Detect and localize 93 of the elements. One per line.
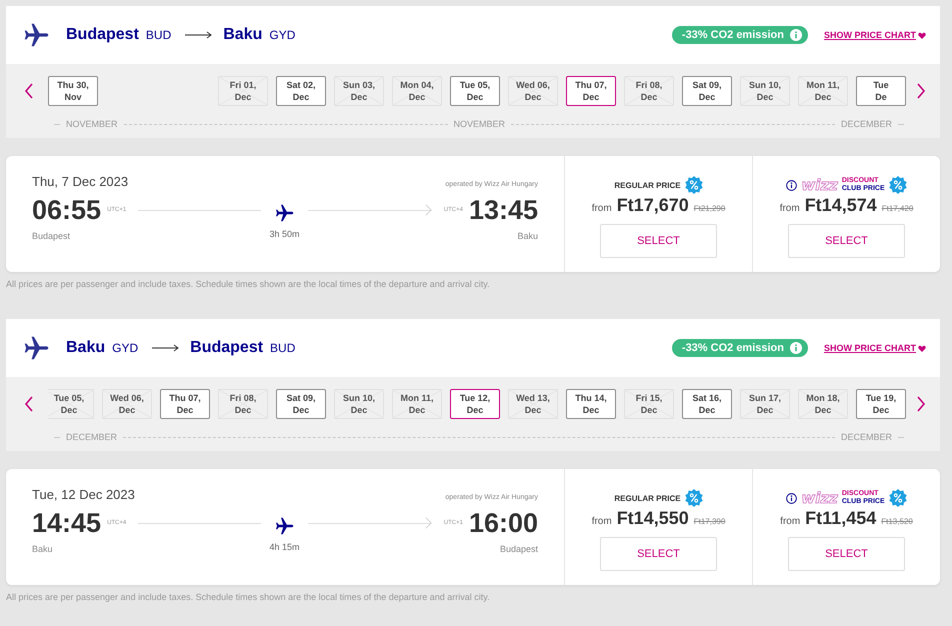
date-tile[interactable]: Sat 09, Dec	[276, 389, 326, 419]
from-label: from	[592, 203, 612, 214]
month-label: NOVEMBER	[454, 119, 506, 129]
date-tile[interactable]: Fri 01, Dec	[218, 76, 268, 106]
co2-badge: -33% CO2 emission	[672, 339, 808, 357]
departure-time: 14:45	[32, 508, 102, 538]
date-tile[interactable]: Mon 18, Dec	[798, 389, 848, 419]
date-tile[interactable]: Fri 08, Dec	[218, 389, 268, 419]
co2-badge: -33% CO2 emission	[672, 26, 808, 44]
arrow-icon	[185, 31, 214, 39]
select-button[interactable]: SELECT	[788, 224, 905, 258]
date-tile[interactable]: Mon 11, Dec	[392, 389, 442, 419]
date-tile[interactable]: Wed 13, Dec	[508, 389, 558, 419]
info-icon	[790, 29, 802, 41]
price: Ft11,454	[805, 508, 876, 529]
heart-icon	[918, 344, 926, 352]
price-chart-link[interactable]: SHOW PRICE CHART	[824, 343, 926, 353]
date-tile[interactable]: Sun 10, Dec	[334, 389, 384, 419]
date-tile[interactable]: Tue 12, Dec	[450, 389, 500, 419]
price: Ft14,550	[616, 508, 689, 529]
date-tile[interactable]: Thu 30, Nov	[48, 76, 98, 106]
arrival-city: Baku	[517, 231, 538, 241]
date-tile[interactable]: Fri 08, Dec	[624, 76, 674, 106]
price-note: All prices are per passenger and include taxes. Schedule times shown are the local times of the departure and arrival city.	[6, 279, 491, 289]
club-logo: wizz	[801, 490, 838, 506]
info-icon	[790, 342, 802, 354]
month-label: DECEMBER	[841, 119, 892, 129]
departure-city: Baku	[32, 544, 53, 554]
date-tile[interactable]: Sun 10, Dec	[740, 76, 790, 106]
destination-code: BUD	[270, 341, 296, 355]
date-tile[interactable]: Tue 05, Dec	[450, 76, 500, 106]
origin-code: BUD	[146, 28, 172, 42]
destination-code: GYD	[269, 28, 296, 42]
date-tile[interactable]: Tue 19, Dec	[856, 389, 906, 419]
date-tile[interactable]: Sun 03, Dec	[334, 76, 384, 106]
discount-badge-icon	[888, 489, 907, 507]
origin-city: Baku	[66, 339, 106, 357]
month-label: DECEMBER	[66, 432, 118, 442]
date-tile[interactable]: Tue 05, Dec	[48, 389, 94, 419]
date-tile[interactable]: Sat 16, Dec	[682, 389, 732, 419]
price-note: All prices are per passenger and include taxes. Schedule times shown are the local times of the departure and arrival city.	[6, 592, 491, 602]
chevron-icon	[424, 516, 432, 530]
from-label: from	[780, 203, 800, 214]
flight-date: Tue, 12 Dec 2023	[32, 487, 135, 502]
month-label: NOVEMBER	[66, 119, 118, 129]
chevron-icon	[424, 203, 432, 217]
date-tile[interactable]: Thu 07, Dec	[566, 76, 616, 106]
select-button[interactable]: SELECT	[600, 224, 717, 258]
heart-icon	[918, 32, 926, 38]
from-label: from	[592, 516, 612, 527]
discount-badge-icon	[888, 176, 907, 194]
info-icon[interactable]	[786, 492, 798, 504]
price-type-label: REGULAR PRICE	[614, 180, 681, 190]
select-button[interactable]: SELECT	[788, 537, 905, 571]
discount-badge-icon	[684, 176, 703, 194]
arrow-icon	[152, 344, 180, 352]
origin-city: Budapest	[66, 26, 139, 44]
club-logo: wizz	[801, 178, 838, 192]
price: Ft17,670	[616, 195, 689, 216]
date-tile[interactable]: Thu 07, Dec	[160, 389, 210, 419]
month-label: DECEMBER	[840, 432, 892, 442]
old-price: Ft17,420	[882, 204, 914, 213]
old-price: Ft13,520	[881, 517, 913, 526]
date-tile[interactable]: Mon 11, Dec	[798, 76, 848, 106]
price-chart-link[interactable]: SHOW PRICE CHART	[824, 30, 926, 40]
date-tile[interactable]: Thu 14, Dec	[566, 389, 616, 419]
old-price: Ft17,390	[694, 517, 726, 526]
destination-city: Budapest	[190, 339, 264, 357]
date-tile[interactable]: Fri 15, Dec	[624, 389, 674, 419]
arrival-city: Budapest	[500, 544, 538, 554]
date-tile[interactable]: Sat 02, Dec	[276, 76, 326, 106]
old-price: Ft21,290	[694, 204, 726, 213]
date-tile[interactable]: Sat 09, Dec	[682, 76, 732, 106]
date-tile[interactable]: Sun 17, Dec	[740, 389, 790, 419]
departure-city: Budapest	[32, 231, 70, 241]
discount-badge-icon	[684, 489, 703, 507]
flight-date: Thu, 7 Dec 2023	[32, 174, 128, 189]
date-tile[interactable]: Tue De	[856, 76, 906, 106]
date-tile[interactable]: Wed 06, Dec	[508, 76, 558, 106]
from-label: from	[780, 516, 800, 527]
destination-city: Baku	[223, 26, 262, 44]
date-tile[interactable]: Wed 06, Dec	[102, 389, 152, 419]
origin-code: GYD	[112, 341, 138, 355]
arrival-time: 16:00	[468, 508, 538, 538]
arrival-time: 13:45	[468, 194, 538, 226]
price-type-label: REGULAR PRICE	[614, 494, 681, 502]
departure-time: 06:55	[32, 194, 102, 226]
select-button[interactable]: SELECT	[600, 537, 717, 571]
date-tile[interactable]: Mon 04, Dec	[392, 76, 442, 106]
flight-duration: 4h 15m	[269, 542, 300, 552]
price: Ft14,574	[804, 195, 877, 216]
info-icon[interactable]	[786, 180, 798, 190]
flight-duration: 3h 50m	[269, 228, 300, 238]
